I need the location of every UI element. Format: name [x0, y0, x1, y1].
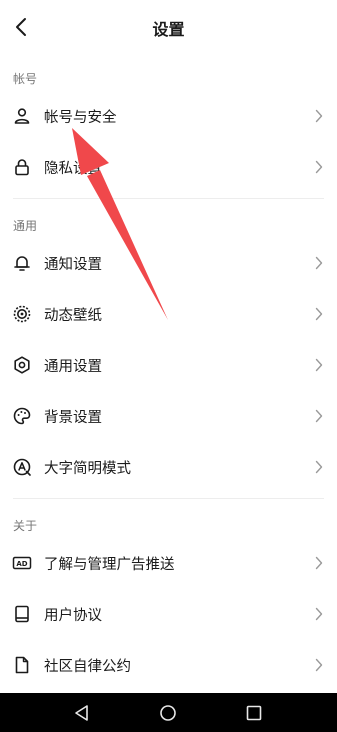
- community-guidelines-label: 社区自律公约: [44, 659, 131, 675]
- lock-icon: [15, 159, 29, 176]
- notification-settings-label: 通知设置: [44, 257, 102, 273]
- community-guidelines-item[interactable]: 社区自律公约: [0, 640, 337, 690]
- chevron-right-icon: [315, 307, 323, 321]
- section-label-account: 帐号: [13, 72, 38, 86]
- privacy-settings-label: 隐私设置: [44, 161, 102, 177]
- book-icon: [15, 605, 29, 623]
- general-settings-item[interactable]: 通用设置: [0, 340, 337, 390]
- wallpaper-icon: [13, 305, 31, 323]
- live-wallpaper-label: 动态壁纸: [44, 308, 102, 324]
- notification-settings-item[interactable]: 通知设置: [0, 238, 337, 288]
- general-settings-label: 通用设置: [44, 359, 102, 375]
- font-icon: [13, 458, 31, 476]
- account-security-item[interactable]: 帐号与安全: [0, 91, 337, 141]
- gear-icon: [14, 356, 30, 374]
- live-wallpaper-item[interactable]: 动态壁纸: [0, 289, 337, 339]
- chevron-right-icon: [315, 358, 323, 372]
- recents-square-icon[interactable]: [243, 702, 265, 724]
- chevron-right-icon: [315, 607, 323, 621]
- user-icon: [14, 108, 30, 124]
- large-font-mode-label: 大字简明模式: [44, 461, 131, 477]
- page-title: 设置: [152, 20, 185, 39]
- chevron-right-icon: [315, 409, 323, 423]
- large-font-mode-item[interactable]: 大字简明模式: [0, 442, 337, 492]
- user-agreement-item[interactable]: 用户协议: [0, 589, 337, 639]
- chevron-right-icon: [315, 556, 323, 570]
- section-label-about: 关于: [13, 519, 38, 533]
- chevron-right-icon: [315, 658, 323, 672]
- ad-management-label: 了解与管理广告推送: [44, 557, 175, 573]
- back-triangle-icon[interactable]: [71, 702, 93, 724]
- palette-icon: [13, 407, 31, 425]
- system-navigation-bar: [0, 693, 337, 732]
- chevron-right-icon: [315, 460, 323, 474]
- section-label-general: 通用: [13, 219, 38, 233]
- chevron-right-icon: [315, 109, 323, 123]
- ad-icon: AD: [12, 556, 32, 570]
- divider: [13, 498, 324, 499]
- document-icon: [15, 656, 29, 674]
- svg-text:AD: AD: [16, 560, 27, 568]
- user-agreement-label: 用户协议: [44, 608, 102, 624]
- chevron-right-icon: [315, 256, 323, 270]
- background-settings-label: 背景设置: [44, 410, 102, 426]
- bell-icon: [14, 256, 30, 271]
- account-security-label: 帐号与安全: [44, 110, 117, 126]
- background-settings-item[interactable]: 背景设置: [0, 391, 337, 441]
- privacy-settings-item[interactable]: 隐私设置: [0, 142, 337, 192]
- home-circle-icon[interactable]: [157, 702, 179, 724]
- chevron-right-icon: [315, 160, 323, 174]
- header: 设置: [0, 0, 337, 54]
- ad-management-item[interactable]: AD 了解与管理广告推送: [0, 538, 337, 588]
- divider: [13, 198, 324, 199]
